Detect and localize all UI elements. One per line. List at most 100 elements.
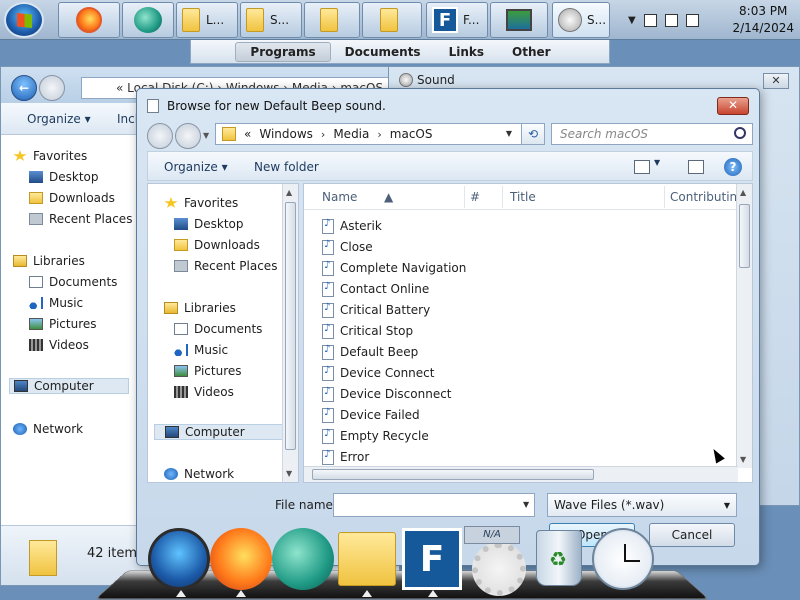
nav-scrollbar[interactable]: ▲ ▼ <box>282 184 298 482</box>
tab-links[interactable]: Links <box>435 43 498 61</box>
back-button[interactable] <box>147 123 173 149</box>
nav-computer[interactable]: Computer <box>154 424 284 440</box>
nav-videos[interactable]: Videos <box>174 385 234 399</box>
taskbar-display-button[interactable] <box>490 2 548 38</box>
organize-button[interactable]: Organize ▾ <box>164 160 228 174</box>
dock-gear-icon[interactable] <box>472 542 526 596</box>
breadcrumb-windows[interactable]: Windows <box>259 127 313 141</box>
scroll-down-icon[interactable]: ▼ <box>286 469 292 478</box>
dock-windows-icon[interactable] <box>148 528 210 590</box>
nav-libraries[interactable]: Libraries <box>13 254 85 268</box>
nav-downloads[interactable]: Downloads <box>174 238 260 252</box>
show-hidden-icons-icon[interactable]: ▼ <box>628 15 636 26</box>
nav-desktop[interactable]: Desktop <box>174 217 244 231</box>
file-name-input[interactable] <box>333 493 535 517</box>
taskbar-sound-button[interactable]: S... <box>552 2 610 38</box>
change-view-icon[interactable] <box>634 160 650 174</box>
address-dropdown-icon[interactable]: ▼ <box>506 129 512 138</box>
clock[interactable]: 8:03 PM 2/14/2024 <box>732 3 794 37</box>
view-dropdown-icon[interactable]: ▼ <box>654 158 660 167</box>
taskbar-folder-button-3[interactable] <box>304 2 360 38</box>
file-type-select[interactable]: Wave Files (*.wav) ▼ <box>547 493 737 517</box>
nav-favorites[interactable]: Favorites <box>164 196 238 210</box>
nav-music[interactable]: Music <box>174 343 228 357</box>
refresh-button[interactable]: ⟲ <box>521 123 545 145</box>
dock-recycle-bin-icon[interactable] <box>536 530 582 586</box>
file-row[interactable]: Critical Stop <box>322 321 413 341</box>
dock-clock-icon[interactable] <box>592 528 654 590</box>
column-name[interactable]: Name <box>322 190 357 204</box>
network-icon[interactable] <box>664 13 678 27</box>
dock-fe-app-icon[interactable]: F <box>402 528 462 590</box>
file-row[interactable]: Contact Online <box>322 279 429 299</box>
file-row[interactable]: Error <box>322 447 369 467</box>
nav-computer[interactable]: Computer <box>9 378 129 394</box>
scroll-up-icon[interactable]: ▲ <box>740 188 746 197</box>
nav-recent-places[interactable]: Recent Places <box>29 212 132 226</box>
flag-icon[interactable] <box>643 13 657 27</box>
nav-documents[interactable]: Documents <box>29 275 117 289</box>
file-row[interactable]: Critical Battery <box>322 300 430 320</box>
taskbar-folder-button-1[interactable]: L... <box>176 2 238 38</box>
file-row[interactable]: Default Beep <box>322 342 418 362</box>
file-row[interactable]: Device Failed <box>322 405 420 425</box>
help-icon[interactable]: ? <box>724 158 742 176</box>
nav-music[interactable]: Music <box>29 296 83 310</box>
nav-pictures[interactable]: Pictures <box>29 317 97 331</box>
preview-pane-icon[interactable] <box>688 160 704 174</box>
explorer-include-button[interactable]: Incl <box>117 112 138 126</box>
scroll-thumb[interactable] <box>739 204 750 268</box>
address-bar[interactable]: « Windows › Media › macOS ▼ <box>215 123 545 145</box>
tab-programs[interactable]: Programs <box>235 41 331 62</box>
forward-button[interactable] <box>39 75 65 101</box>
new-folder-button[interactable]: New folder <box>254 160 319 174</box>
start-button[interactable] <box>4 2 44 38</box>
forward-button[interactable] <box>175 123 201 149</box>
scroll-up-icon[interactable]: ▲ <box>286 188 292 197</box>
file-row[interactable]: Asterik <box>322 216 382 236</box>
nav-network[interactable]: Network <box>164 467 234 481</box>
file-list-hscrollbar[interactable] <box>304 466 738 482</box>
taskbar-folder-button-2[interactable]: S... <box>240 2 302 38</box>
file-name-dropdown-icon[interactable]: ▼ <box>523 500 529 509</box>
taskbar-folder-button-4[interactable] <box>362 2 422 38</box>
column-contributing[interactable]: Contributing <box>670 190 745 204</box>
search-input[interactable]: Search macOS <box>551 123 753 145</box>
taskbar-fe-button[interactable]: F F... <box>426 2 488 38</box>
nav-favorites[interactable]: Favorites <box>13 149 87 163</box>
nav-recent-places[interactable]: Recent Places <box>174 259 277 273</box>
file-row[interactable]: Device Connect <box>322 363 434 383</box>
nav-pictures[interactable]: Pictures <box>174 364 242 378</box>
dock-firefox-icon[interactable] <box>210 528 272 590</box>
nav-videos[interactable]: Videos <box>29 338 89 352</box>
file-row[interactable]: Close <box>322 237 373 257</box>
nav-libraries[interactable]: Libraries <box>164 301 236 315</box>
nav-downloads[interactable]: Downloads <box>29 191 115 205</box>
sound-close-button[interactable]: ✕ <box>763 73 789 89</box>
tab-other[interactable]: Other <box>498 43 565 61</box>
taskbar-firefox-button[interactable] <box>58 2 120 38</box>
scroll-thumb[interactable] <box>285 202 296 450</box>
column-number[interactable]: # <box>470 190 480 204</box>
file-list-scrollbar[interactable]: ▲ ▼ <box>736 184 752 468</box>
dock-app-icon[interactable] <box>272 528 334 590</box>
recent-locations-dropdown[interactable]: ▼ <box>203 131 209 140</box>
file-row[interactable]: Complete Navigation <box>322 258 466 278</box>
nav-network[interactable]: Network <box>13 422 83 436</box>
hscroll-thumb[interactable] <box>312 469 594 480</box>
file-row[interactable]: Empty Recycle <box>322 426 429 446</box>
column-title[interactable]: Title <box>510 190 536 204</box>
breadcrumb-media[interactable]: Media <box>333 127 369 141</box>
breadcrumb-macos[interactable]: macOS <box>390 127 433 141</box>
nav-documents[interactable]: Documents <box>174 322 262 336</box>
dock-folder-icon[interactable] <box>338 532 396 586</box>
tab-documents[interactable]: Documents <box>331 43 435 61</box>
dialog-close-button[interactable]: ✕ <box>717 97 749 115</box>
explorer-organize-button[interactable]: Organize ▾ <box>27 112 91 126</box>
file-row[interactable]: Device Disconnect <box>322 384 452 404</box>
back-button[interactable]: ← <box>11 75 37 101</box>
nav-desktop[interactable]: Desktop <box>29 170 99 184</box>
scroll-down-icon[interactable]: ▼ <box>740 455 746 464</box>
taskbar-app-button[interactable] <box>122 2 174 38</box>
volume-icon[interactable] <box>685 13 699 27</box>
